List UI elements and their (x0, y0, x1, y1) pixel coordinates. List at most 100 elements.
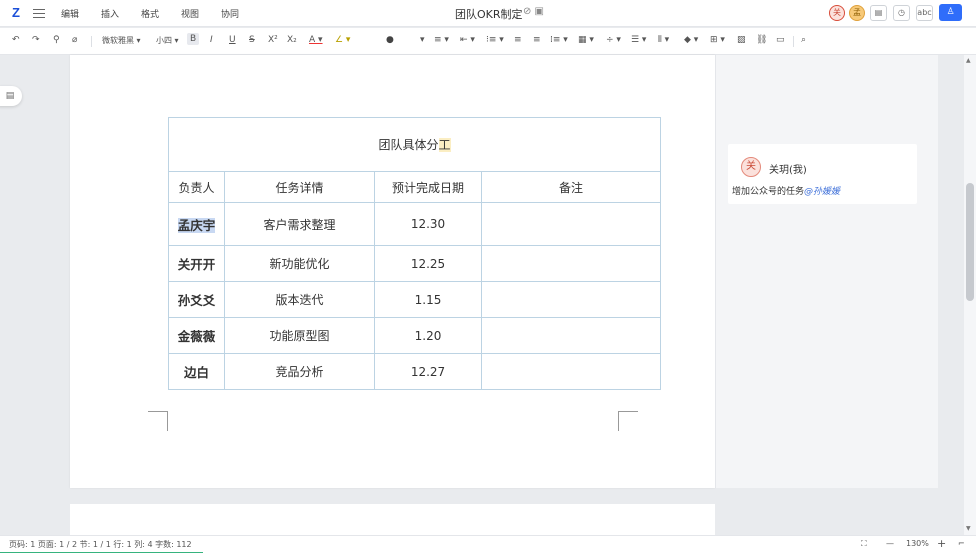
date-cell[interactable]: 12.27 (374, 353, 482, 390)
note-cell[interactable] (481, 317, 661, 354)
task-cell[interactable]: 新功能优化 (224, 245, 375, 282)
underline-button[interactable]: U (229, 35, 236, 45)
header-owner[interactable]: 负责人 (168, 171, 225, 203)
redo-icon[interactable]: ↷ (32, 35, 40, 45)
strikethrough-button[interactable]: S (249, 35, 255, 45)
search-icon[interactable]: ⌕ (801, 35, 806, 45)
table-title[interactable]: 团队具体分工 (168, 117, 661, 172)
table-row: 孟庆宇 客户需求整理 12.30 (168, 202, 661, 246)
zoom-level[interactable]: 130% (906, 539, 929, 548)
table-header-row: 负责人 任务详情 预计完成日期 备注 (168, 171, 661, 203)
owner-cell[interactable]: 关开开 (168, 245, 225, 282)
image-insert-icon[interactable]: ▨ (737, 35, 746, 45)
toolbar-divider (793, 36, 794, 47)
title-status-icons: ⊘ ▣ (523, 6, 545, 17)
table-row: 孙爻爻 版本迭代 1.15 (168, 281, 661, 318)
table-title-highlight: 工 (438, 138, 451, 152)
header-task[interactable]: 任务详情 (224, 171, 375, 203)
divider-insert-icon[interactable]: ÷ ▾ (606, 35, 621, 45)
menu-insert[interactable]: 插入 (101, 7, 119, 20)
comment-author: 关玥(我) (769, 165, 807, 176)
comment-pane (715, 55, 938, 488)
note-cell[interactable] (481, 245, 661, 282)
comment-body: 增加公众号的任务 (732, 187, 805, 197)
header-note[interactable]: 备注 (481, 171, 661, 203)
table-title-row: 团队具体分工 (168, 117, 661, 172)
status-bar: 页码: 1 页面: 1 / 2 节: 1 / 1 行: 1 列: 4 字数: 1… (0, 535, 976, 553)
table-insert-icon[interactable]: ▦ ▾ (578, 35, 594, 45)
header-date[interactable]: 预计完成日期 (374, 171, 482, 203)
indent-icon[interactable]: ⇤ ▾ (460, 35, 475, 45)
spellcheck-icon[interactable]: abc (916, 5, 933, 21)
fit-page-icon[interactable]: ⛶ (861, 539, 867, 549)
highlight-icon[interactable]: ∠ ▾ (335, 35, 350, 45)
task-table[interactable]: 团队具体分工 负责人 任务详情 预计完成日期 备注 孟庆宇 客户需求整理 12.… (168, 117, 661, 390)
outline-toggle-icon[interactable]: ▤ (0, 86, 22, 106)
date-cell[interactable]: 12.25 (374, 245, 482, 282)
owner-cell[interactable]: 孟庆宇 (168, 202, 225, 246)
italic-button[interactable]: I (210, 35, 213, 45)
menu-format[interactable]: 格式 (141, 7, 159, 20)
date-cell[interactable]: 1.15 (374, 281, 482, 318)
zoom-out-button[interactable]: — (886, 539, 894, 548)
comment-insert-icon[interactable]: ▭ (776, 35, 785, 45)
note-cell[interactable] (481, 353, 661, 390)
format-painter-icon[interactable]: ⚲ (53, 35, 60, 45)
document-page[interactable]: 团队具体分工 负责人 任务详情 预计完成日期 备注 孟庆宇 客户需求整理 12.… (70, 55, 715, 488)
toolbar-divider (91, 36, 92, 47)
collaborator-avatar-guan[interactable]: 关 (829, 5, 845, 21)
undo-icon[interactable]: ↶ (12, 35, 20, 45)
hamburger-menu-icon[interactable] (33, 6, 45, 20)
date-cell[interactable]: 1.20 (374, 317, 482, 354)
decrease-indent-icon[interactable]: ≡ (514, 35, 522, 45)
scrollbar-thumb[interactable] (966, 183, 974, 301)
line-spacing-icon[interactable]: ⁞≡ ▾ (550, 35, 568, 45)
document-title[interactable]: 团队OKR制定 (455, 6, 523, 22)
fill-color-icon[interactable]: ◆ ▾ (684, 35, 698, 45)
font-family-select[interactable]: 微软雅黑 ▾ (102, 35, 141, 46)
menu-collab[interactable]: 协同 (221, 7, 239, 20)
font-size-select[interactable]: 小四 ▾ (156, 35, 179, 46)
owner-cell[interactable]: 金薇薇 (168, 317, 225, 354)
task-cell[interactable]: 客户需求整理 (224, 202, 375, 246)
table-row: 金薇薇 功能原型图 1.20 (168, 317, 661, 354)
text-style-icon[interactable]: ● (386, 35, 394, 45)
comment-text: 增加公众号的任务@孙媛媛 (732, 184, 840, 197)
increase-indent-icon[interactable]: ≡ (533, 35, 541, 45)
scroll-down-icon[interactable]: ▼ (966, 525, 971, 532)
font-color-icon[interactable]: A ▾ (309, 35, 323, 45)
link-icon[interactable]: ⛓ (756, 35, 767, 45)
date-cell[interactable]: 12.30 (374, 202, 482, 246)
task-cell[interactable]: 竞品分析 (224, 353, 375, 390)
zoom-in-button[interactable]: + (937, 537, 946, 550)
comment-mention[interactable]: @孙媛媛 (804, 187, 840, 197)
table-row: 关开开 新功能优化 12.25 (168, 245, 661, 282)
bold-button[interactable]: B (187, 33, 200, 45)
task-cell[interactable]: 版本迭代 (224, 281, 375, 318)
history-icon[interactable]: ◷ (893, 5, 910, 21)
menu-view[interactable]: 视图 (181, 7, 199, 20)
collaborator-avatar-meng[interactable]: 孟 (849, 5, 865, 21)
comment-card[interactable]: 关 关玥(我) 增加公众号的任务@孙媛媛 (728, 144, 917, 204)
align-icon[interactable]: ≡ ▾ (434, 35, 449, 45)
superscript-button[interactable]: X² (268, 35, 278, 45)
table-row: 边白 竞品分析 12.27 (168, 353, 661, 390)
comment-panel-icon[interactable]: ▤ (870, 5, 887, 21)
owner-cell[interactable]: 边白 (168, 353, 225, 390)
note-cell[interactable] (481, 281, 661, 318)
corner-icon[interactable]: ⌐ (958, 539, 965, 548)
clear-format-icon[interactable]: ⌀ (72, 35, 77, 45)
task-cell[interactable]: 功能原型图 (224, 317, 375, 354)
menu-edit[interactable]: 编辑 (61, 7, 79, 20)
border-icon[interactable]: ⊞ ▾ (710, 35, 725, 45)
owner-cell[interactable]: 孙爻爻 (168, 281, 225, 318)
paragraph-icon[interactable]: ☰ ▾ (631, 35, 646, 45)
scroll-up-icon[interactable]: ▲ (966, 57, 971, 64)
note-cell[interactable] (481, 202, 661, 246)
column-icon[interactable]: ⫴ ▾ (658, 35, 669, 45)
subscript-button[interactable]: X₂ (287, 35, 297, 45)
ordered-list-icon[interactable]: ⁝≡ ▾ (486, 35, 504, 45)
share-user-icon[interactable]: ♙ (939, 4, 962, 21)
dropdown-chevron-icon[interactable]: ▾ (420, 35, 425, 45)
app-logo[interactable]: Z (12, 5, 20, 20)
